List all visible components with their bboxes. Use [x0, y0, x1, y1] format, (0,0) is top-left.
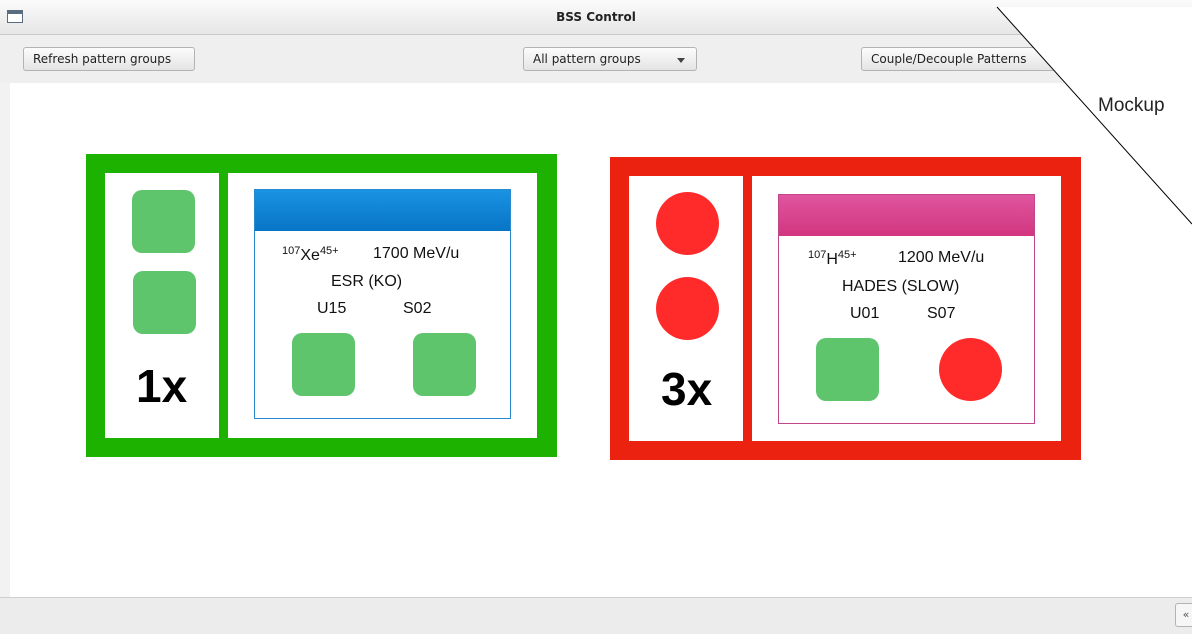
pattern-indicator-ok	[816, 338, 879, 401]
beam-energy: 1700 MeV/u	[373, 245, 460, 262]
status-indicator-ok	[133, 271, 196, 334]
couple-decouple-patterns-button[interactable]: Couple/Decouple Patterns	[861, 47, 1061, 71]
pattern-groups-canvas: 1x 107Xe45+ 1700 MeV/u ESR (KO) U15 S02	[10, 83, 1192, 597]
destination: ESR (KO)	[331, 273, 403, 290]
status-indicator-error	[656, 277, 719, 340]
beam-energy: 1200 MeV/u	[898, 249, 985, 266]
group-multiplier: 1x	[136, 360, 188, 412]
window-title: BSS Control	[556, 10, 636, 24]
dropdown-selected-value: All pattern groups	[533, 52, 641, 66]
chevron-down-icon	[677, 58, 685, 63]
pattern-indicator-ok	[292, 333, 355, 396]
pattern-indicator-error	[939, 338, 1002, 401]
pattern-group-filter-dropdown[interactable]: All pattern groups	[523, 47, 697, 71]
ion-species: 107H45+	[808, 249, 857, 268]
pattern-group-ok[interactable]: 1x 107Xe45+ 1700 MeV/u ESR (KO) U15 S02	[86, 154, 557, 457]
source-id: U15	[317, 300, 347, 317]
group-status-panel: 1x	[105, 173, 219, 438]
title-bar: BSS Control	[0, 0, 1192, 35]
status-indicator-ok	[132, 190, 195, 253]
bss-control-window: BSS Control Refresh pattern groups All p…	[0, 0, 1192, 634]
ion-species: 107Xe45+	[282, 245, 339, 264]
segment-id: S02	[403, 300, 432, 317]
status-bar	[0, 597, 1192, 634]
pattern-card[interactable]: 107Xe45+ 1700 MeV/u ESR (KO) U15 S02	[254, 189, 511, 419]
status-indicator-error	[656, 192, 719, 255]
group-multiplier: 3x	[661, 363, 713, 415]
toolbar: Refresh pattern groups All pattern group…	[0, 35, 1192, 83]
pattern-card-header	[255, 190, 510, 231]
destination: HADES (SLOW)	[842, 278, 960, 295]
pattern-card-header	[779, 195, 1034, 236]
expand-icon[interactable]: «	[1175, 603, 1192, 627]
pattern-card[interactable]: 107H45+ 1200 MeV/u HADES (SLOW) U01 S07	[778, 194, 1035, 424]
group-pattern-panel: 107Xe45+ 1700 MeV/u ESR (KO) U15 S02	[228, 173, 537, 438]
group-status-panel: 3x	[629, 176, 743, 441]
segment-id: S07	[927, 305, 956, 322]
group-pattern-panel: 107H45+ 1200 MeV/u HADES (SLOW) U01 S07	[752, 176, 1061, 441]
pattern-group-error[interactable]: 3x 107H45+ 1200 MeV/u HADES (SLOW) U01 S…	[610, 157, 1081, 460]
refresh-pattern-groups-button[interactable]: Refresh pattern groups	[23, 47, 195, 71]
mockup-label: Mockup	[1098, 95, 1165, 116]
pattern-indicator-ok	[413, 333, 476, 396]
source-id: U01	[850, 305, 880, 322]
